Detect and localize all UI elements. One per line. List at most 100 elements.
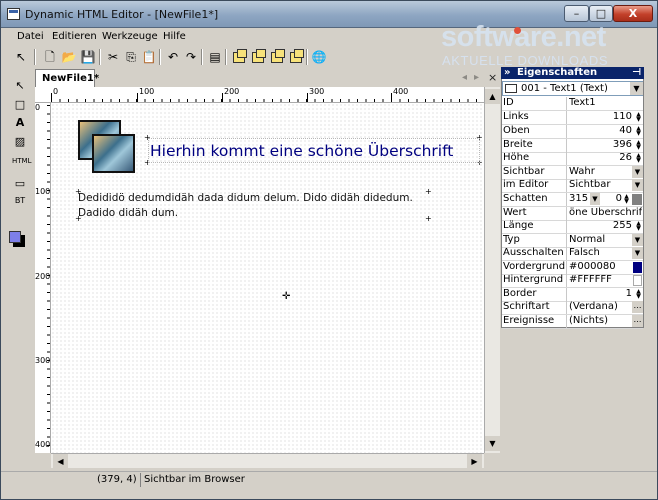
property-value[interactable]: öne Überschrift — [569, 207, 642, 220]
ellipsis-button[interactable]: … — [632, 315, 643, 327]
spinner-icon[interactable]: ▲ ▼ — [634, 126, 643, 137]
property-value[interactable]: 26 — [569, 152, 642, 165]
property-value[interactable]: #000080 — [569, 261, 642, 274]
group-icon[interactable] — [288, 48, 304, 65]
design-canvas[interactable]: + + + + Hierhin kommt eine schöne Übersc… — [51, 103, 484, 453]
vertical-scrollbar[interactable]: ▲ ▼ — [484, 87, 500, 453]
property-row-border[interactable]: Border 1 ▲ ▼ — [502, 288, 643, 302]
menu-werkzeuge[interactable]: Werkzeuge — [102, 31, 158, 42]
shadow-offset-value[interactable]: 0 — [604, 193, 622, 204]
property-row-oben[interactable]: Oben 40 ▲ ▼ — [502, 125, 643, 139]
spinner-icon[interactable]: ▲ ▼ — [634, 140, 643, 151]
property-value[interactable]: 110 — [569, 111, 642, 124]
button-tool-icon[interactable]: BT — [12, 193, 28, 209]
property-row-typ[interactable]: Typ Normal ▼ — [502, 234, 643, 248]
pin-icon[interactable]: ⊣ — [632, 67, 641, 78]
property-row-schatten[interactable]: Schatten 315 ▼ 0 ▲ ▼ — [502, 193, 643, 207]
property-key: Typ — [503, 234, 567, 247]
property-row-sichtbar[interactable]: Sichtbar Wahr ▼ — [502, 166, 643, 180]
property-row-hintergrund[interactable]: Hintergrund #FFFFFF — [502, 274, 643, 288]
property-row-hoehe[interactable]: Höhe 26 ▲ ▼ — [502, 152, 643, 166]
spinner-icon[interactable]: ▲ ▼ — [634, 112, 643, 123]
new-file-icon[interactable]: 🗋 — [42, 49, 58, 65]
menu-datei[interactable]: Datei — [17, 31, 44, 42]
shadow-angle-value[interactable]: 315 — [569, 193, 589, 204]
property-value[interactable]: 255 — [569, 220, 642, 233]
menu-editieren[interactable]: Editieren — [52, 31, 97, 42]
scroll-up-icon[interactable]: ▲ — [485, 89, 500, 104]
property-row-links[interactable]: Links 110 ▲ ▼ — [502, 111, 643, 125]
bring-front-icon[interactable] — [231, 48, 247, 65]
property-row-ereignisse[interactable]: Ereignisse (Nichts) … — [502, 315, 643, 329]
foreground-color-swatch[interactable] — [633, 262, 642, 273]
toolbar: ↖ 🗋 📂 💾 ✂ ⎘ 📋 ↶ ↷ ▤ 🌐 — [1, 46, 441, 68]
menu-hilfe[interactable]: Hilfe — [163, 31, 186, 42]
heading-text-element[interactable]: Hierhin kommt eine schöne Überschrift — [148, 138, 480, 163]
chevron-down-icon[interactable]: ▼ — [630, 82, 643, 95]
property-value[interactable]: Text1 — [569, 97, 642, 110]
form-field-tool-icon[interactable]: ▭ — [12, 176, 28, 192]
undo-icon[interactable]: ↶ — [165, 49, 181, 65]
chevron-down-icon[interactable]: ▼ — [590, 193, 600, 205]
scroll-down-icon[interactable]: ▼ — [485, 436, 500, 451]
property-value[interactable]: 1 — [569, 288, 642, 301]
picture-element[interactable] — [78, 120, 135, 173]
spinner-icon[interactable]: ▲ ▼ — [634, 221, 643, 232]
chevron-down-icon[interactable]: ▼ — [632, 247, 643, 259]
preview-icon[interactable]: ▤ — [207, 49, 223, 65]
tab-newfile1[interactable]: NewFile1* — [35, 69, 99, 87]
property-value[interactable]: #FFFFFF — [569, 274, 642, 287]
close-window-button[interactable]: X — [613, 5, 653, 22]
maximize-button[interactable]: □ — [589, 5, 613, 22]
spinner-icon[interactable]: ▲ ▼ — [622, 194, 631, 205]
select-tool-icon[interactable]: ↖ — [12, 78, 28, 94]
chevron-down-icon[interactable]: ▼ — [632, 179, 643, 191]
property-value[interactable]: 40 — [569, 125, 642, 138]
tab-close-button[interactable]: × — [488, 71, 497, 84]
paragraph-text-element[interactable]: Dedididö dedumdidäh dada didum delum. Di… — [78, 191, 428, 221]
tab-prev-icon[interactable]: ◂ — [462, 72, 467, 83]
align-icon[interactable] — [269, 48, 285, 65]
rectangle-tool-icon[interactable]: □ — [12, 97, 28, 113]
ellipsis-button[interactable]: … — [632, 301, 643, 313]
open-folder-icon[interactable]: 📂 — [61, 49, 77, 65]
spinner-icon[interactable]: ▲ ▼ — [634, 153, 643, 164]
property-key: Hintergrund — [503, 274, 567, 287]
minimize-button[interactable]: – — [564, 5, 589, 22]
property-row-ausschalten[interactable]: Ausschalten Falsch ▼ — [502, 247, 643, 261]
property-row-vordergrund[interactable]: Vordergrund #000080 — [502, 261, 643, 275]
expand-icon[interactable]: » — [504, 67, 510, 78]
globe-icon[interactable]: 🌐 — [311, 49, 327, 65]
property-row-wert[interactable]: Wert öne Überschrift — [502, 207, 643, 221]
text-tool-icon[interactable]: A — [12, 115, 28, 131]
ruler-label: 400 — [393, 87, 409, 96]
chevron-down-icon[interactable]: ▼ — [632, 234, 643, 246]
background-color-swatch[interactable] — [633, 275, 642, 286]
property-value[interactable]: 396 — [569, 139, 642, 152]
property-row-laenge[interactable]: Länge 255 ▲ ▼ — [502, 220, 643, 234]
html-tool-icon[interactable]: HTML — [12, 153, 31, 169]
cut-icon[interactable]: ✂ — [105, 49, 121, 65]
menu-bar: Datei Editieren Werkzeuge Hilfe — [1, 29, 441, 45]
redo-icon[interactable]: ↷ — [183, 49, 199, 65]
paste-icon[interactable]: 📋 — [141, 49, 157, 65]
scroll-right-icon[interactable]: ▶ — [467, 454, 482, 469]
shadow-color-swatch[interactable] — [632, 194, 642, 205]
picture-front — [92, 134, 135, 173]
property-row-breite[interactable]: Breite 396 ▲ ▼ — [502, 139, 643, 153]
foreground-color-swatch[interactable] — [9, 231, 21, 243]
chevron-down-icon[interactable]: ▼ — [632, 166, 643, 178]
scroll-left-icon[interactable]: ◀ — [53, 454, 68, 469]
image-tool-icon[interactable]: ▨ — [12, 134, 28, 150]
property-row-im-editor[interactable]: im Editor Sichtbar ▼ — [502, 179, 643, 193]
spinner-icon[interactable]: ▲ ▼ — [634, 289, 643, 300]
copy-icon[interactable]: ⎘ — [123, 49, 139, 65]
save-icon[interactable]: 💾 — [80, 49, 96, 65]
pointer-tool-icon[interactable]: ↖ — [13, 49, 29, 65]
property-row-id[interactable]: ID Text1 — [502, 97, 643, 111]
tab-next-icon[interactable]: ▸ — [474, 72, 479, 83]
horizontal-scrollbar[interactable]: ◀ ▶ — [51, 453, 484, 469]
object-select[interactable]: 001 - Text1 (Text) ▼ — [502, 81, 643, 96]
property-row-schriftart[interactable]: Schriftart (Verdana) … — [502, 301, 643, 315]
send-back-icon[interactable] — [250, 48, 266, 65]
